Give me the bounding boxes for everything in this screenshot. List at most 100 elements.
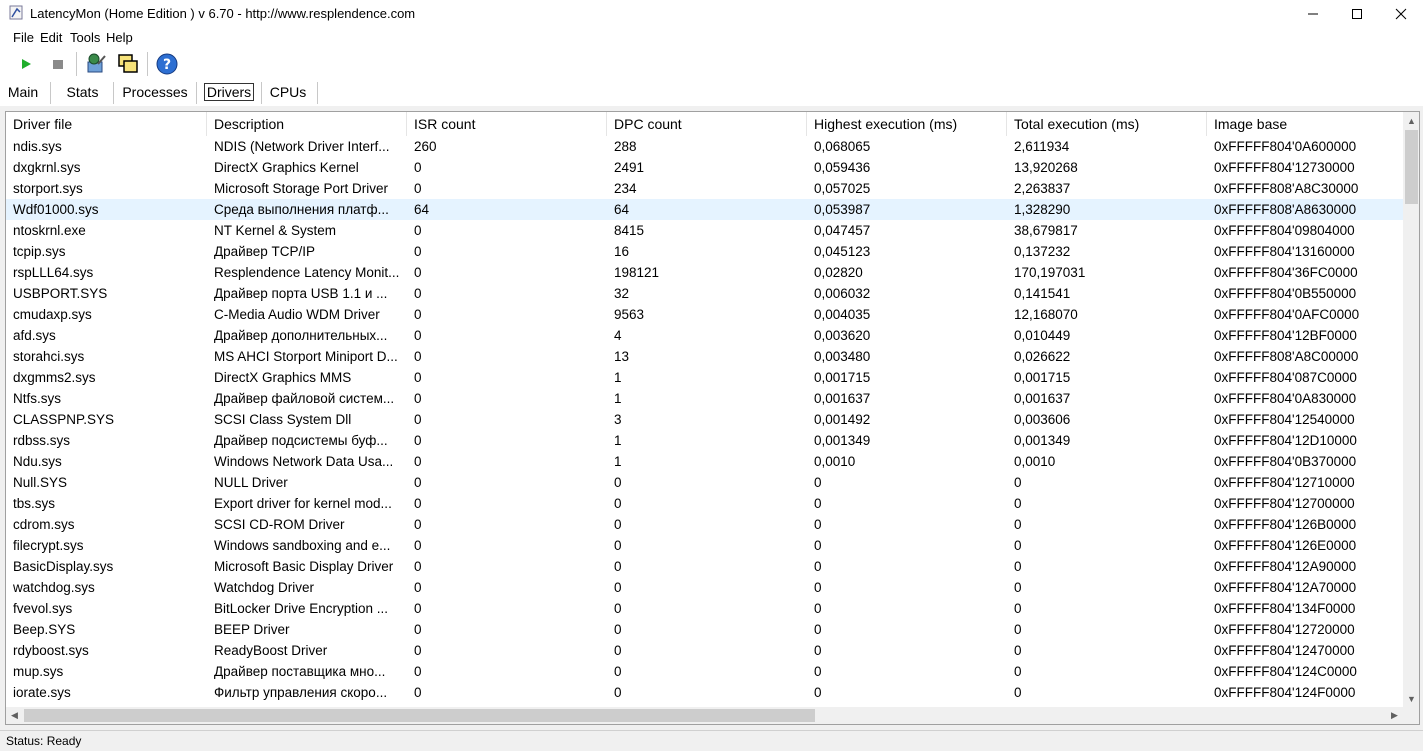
table-row[interactable]: iorate.sys Фильтр управления скоро... 0 0 0 0…	[6, 682, 1403, 703]
minimize-button[interactable]	[1290, 0, 1336, 27]
description-cell: NT Kernel & System	[214, 223, 337, 238]
highest-execution-cell: 0,02820	[814, 265, 863, 280]
table-row[interactable]: cmudaxp.sys C-Media Audio WDM Driver 0 9563…	[6, 304, 1403, 325]
column-header-dpc-count[interactable]: DPC count	[607, 112, 807, 136]
maximize-button[interactable]	[1334, 0, 1380, 27]
horizontal-scroll-thumb[interactable]	[24, 709, 815, 722]
toolbar-separator	[76, 52, 77, 76]
table-row[interactable]: storahci.sys MS AHCI Storport Miniport D.…	[6, 346, 1403, 367]
total-execution-cell: 0,141541	[1014, 286, 1071, 301]
image-base-cell: 0xFFFFF804'12540000	[1214, 412, 1355, 427]
table-row[interactable]: dxgkrnl.sys DirectX Graphics Kernel 0 2491 0…	[6, 157, 1403, 178]
play-icon	[22, 59, 31, 69]
column-header-isr-count[interactable]: ISR count	[407, 112, 607, 136]
isr-count-cell: 0	[414, 496, 422, 511]
close-button[interactable]	[1378, 0, 1423, 27]
horizontal-scrollbar[interactable]: ◀ ▶	[6, 707, 1403, 724]
driver-file-cell: iorate.sys	[13, 685, 71, 700]
tab-drivers[interactable]: Drivers	[201, 82, 257, 103]
tab-separator	[113, 82, 114, 104]
scroll-up-icon[interactable]: ▲	[1403, 112, 1419, 129]
table-row[interactable]: ndis.sys NDIS (Network Driver Interf... 26…	[6, 136, 1403, 157]
total-execution-cell: 0	[1014, 622, 1022, 637]
tab-processes[interactable]: Processes	[122, 82, 188, 103]
tab-separator	[196, 82, 197, 104]
driver-file-cell: filecrypt.sys	[13, 538, 84, 553]
tab-main[interactable]: Main	[4, 82, 42, 103]
network-button[interactable]	[83, 51, 109, 77]
dpc-count-cell: 1	[614, 370, 622, 385]
table-row[interactable]: tbs.sys Export driver for kernel mod... 0 0…	[6, 493, 1403, 514]
table-row[interactable]: ntoskrnl.exe NT Kernel & System 0 8415 0,047…	[6, 220, 1403, 241]
image-base-cell: 0xFFFFF804'12A90000	[1214, 559, 1357, 574]
title-bar: LatencyMon (Home Edition ) v 6.70 - http…	[0, 0, 1423, 27]
vertical-scrollbar[interactable]: ▲ ▼	[1403, 112, 1419, 707]
dpc-count-cell: 288	[614, 139, 637, 154]
dpc-count-cell: 0	[614, 601, 622, 616]
scroll-down-icon[interactable]: ▼	[1403, 690, 1419, 707]
help-button[interactable]: ?	[154, 51, 180, 77]
column-header-description[interactable]: Description	[207, 112, 407, 136]
table-row[interactable]: rdbss.sys Драйвер подсистемы буф... 0 1 0,00…	[6, 430, 1403, 451]
dpc-count-cell: 0	[614, 664, 622, 679]
dpc-count-cell: 4	[614, 328, 622, 343]
driver-file-cell: tbs.sys	[13, 496, 56, 511]
total-execution-cell: 0,0010	[1014, 454, 1056, 469]
image-base-cell: 0xFFFFF808'A8C30000	[1214, 181, 1359, 196]
table-row[interactable]: USBPORT.SYS Драйвер порта USB 1.1 и ... 0 3…	[6, 283, 1403, 304]
isr-count-cell: 0	[414, 643, 422, 658]
table-row[interactable]: dxgmms2.sys DirectX Graphics MMS 0 1 0,00171…	[6, 367, 1403, 388]
total-execution-cell: 0	[1014, 517, 1022, 532]
image-base-cell: 0xFFFFF804'087C0000	[1214, 370, 1357, 385]
dpc-count-cell: 0	[614, 496, 622, 511]
description-cell: Watchdog Driver	[214, 580, 315, 595]
table-row[interactable]: rspLLL64.sys Resplendence Latency Monit..…	[6, 262, 1403, 283]
scroll-left-icon[interactable]: ◀	[6, 707, 23, 724]
column-header-driver-file[interactable]: Driver file	[6, 112, 207, 136]
isr-count-cell: 0	[414, 475, 422, 490]
table-row[interactable]: tcpip.sys Драйвер TCP/IP 0 16 0,045123 0,1372…	[6, 241, 1403, 262]
table-row[interactable]: afd.sys Драйвер дополнительных... 0 4 0,0036…	[6, 325, 1403, 346]
table-row[interactable]: Wdf01000.sys Среда выполнения платф... 64 6…	[6, 199, 1403, 220]
image-base-cell: 0xFFFFF808'A8C00000	[1214, 349, 1359, 364]
table-row[interactable]: fvevol.sys BitLocker Drive Encryption ...…	[6, 598, 1403, 619]
driver-file-cell: rdbss.sys	[13, 433, 71, 448]
description-cell: Фильтр управления скоро...	[214, 685, 388, 700]
table-row[interactable]: Beep.SYS BEEP Driver 0 0 0 0 0xFFFFF804'127200…	[6, 619, 1403, 640]
description-cell: Microsoft Basic Display Driver	[214, 559, 394, 574]
menu-file[interactable]: File	[13, 30, 34, 45]
table-row[interactable]: CLASSPNP.SYS SCSI Class System Dll 0 3 0,001…	[6, 409, 1403, 430]
column-header-total-execution[interactable]: Total execution (ms)	[1007, 112, 1207, 136]
table-row[interactable]: BasicDisplay.sys Microsoft Basic Display …	[6, 556, 1403, 577]
table-row[interactable]: watchdog.sys Watchdog Driver 0 0 0 0 0xFFFFF80…	[6, 577, 1403, 598]
image-base-cell: 0xFFFFF804'12710000	[1214, 475, 1355, 490]
tab-cpus[interactable]: CPUs	[268, 82, 308, 103]
image-base-cell: 0xFFFFF804'0A830000	[1214, 391, 1357, 406]
column-header-highest-execution[interactable]: Highest execution (ms)	[807, 112, 1007, 136]
table-row[interactable]: rdyboost.sys ReadyBoost Driver 0 0 0 0 0xFFFFF…	[6, 640, 1403, 661]
table-row[interactable]: mup.sys Драйвер поставщика мно... 0 0 0 0 0xFF…	[6, 661, 1403, 682]
vertical-scroll-thumb[interactable]	[1405, 130, 1418, 204]
menu-edit[interactable]: Edit	[40, 30, 62, 45]
table-row[interactable]: cdrom.sys SCSI CD-ROM Driver 0 0 0 0 0xFFFFF80…	[6, 514, 1403, 535]
table-row[interactable]: Ndu.sys Windows Network Data Usa... 0 1 0,00…	[6, 451, 1403, 472]
table-row[interactable]: Ntfs.sys Драйвер файловой систем... 0 1 0,00…	[6, 388, 1403, 409]
highest-execution-cell: 0	[814, 685, 822, 700]
table-row[interactable]: filecrypt.sys Windows sandboxing and e...…	[6, 535, 1403, 556]
windows-button[interactable]	[115, 51, 141, 77]
highest-execution-cell: 0,003620	[814, 328, 871, 343]
start-button[interactable]	[13, 51, 39, 77]
image-base-cell: 0xFFFFF804'12720000	[1214, 622, 1355, 637]
table-row[interactable]: storport.sys Microsoft Storage Port Drive…	[6, 178, 1403, 199]
driver-file-cell: mup.sys	[13, 664, 64, 679]
drivers-table[interactable]: Driver file Description ISR count DPC co…	[5, 111, 1420, 725]
table-row[interactable]: Null.SYS NULL Driver 0 0 0 0 0xFFFFF804'127100…	[6, 472, 1403, 493]
scroll-right-icon[interactable]: ▶	[1386, 707, 1403, 724]
highest-execution-cell: 0	[814, 643, 822, 658]
image-base-cell: 0xFFFFF804'12A70000	[1214, 580, 1357, 595]
menu-help[interactable]: Help	[106, 30, 133, 45]
tab-stats[interactable]: Stats	[60, 82, 105, 103]
menu-tools[interactable]: Tools	[70, 30, 100, 45]
stop-button[interactable]	[45, 51, 71, 77]
column-header-image-base[interactable]: Image base	[1207, 112, 1403, 136]
